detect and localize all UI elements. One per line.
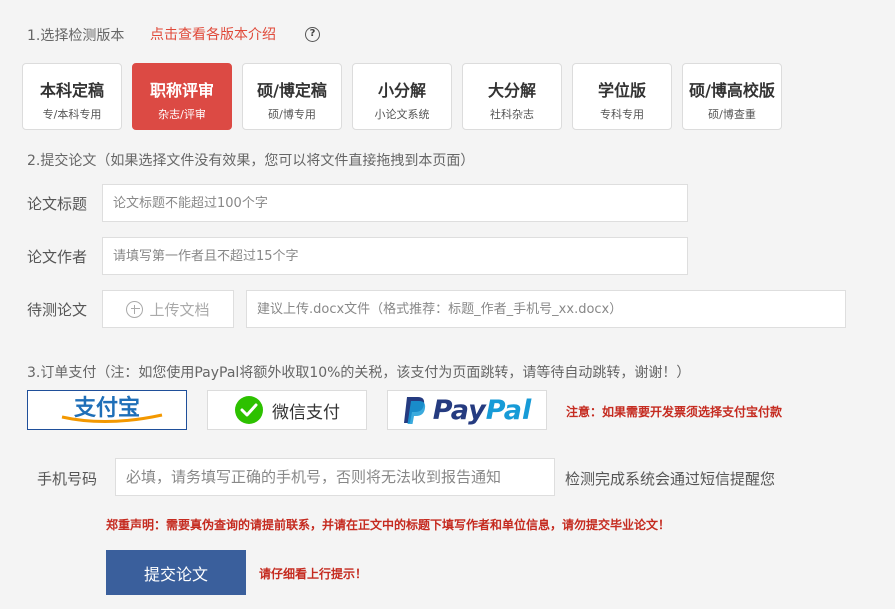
version-card-subtitle: 杂志/评审	[158, 108, 206, 121]
paper-author-label: 论文作者	[27, 248, 88, 266]
version-card-name: 硕/博定稿	[257, 81, 327, 100]
alipay-logo-icon: 支付宝	[32, 393, 182, 427]
version-card-subtitle: 小论文系统	[374, 108, 430, 121]
paypal-button[interactable]: Pay Pal	[387, 390, 547, 430]
wechat-pay-label: 微信支付	[272, 402, 340, 423]
upload-button-label: 上传文档	[149, 300, 210, 319]
version-card-name: 本科定稿	[39, 81, 104, 100]
version-card-subtitle: 专/本科专用	[42, 108, 102, 121]
upload-document-button[interactable]: 上传文档	[102, 290, 234, 328]
version-card-small-split[interactable]: 小分解 小论文系统	[352, 63, 452, 130]
version-card-name: 职称评审	[149, 81, 214, 100]
wechat-pay-button[interactable]: 微信支付	[207, 390, 367, 430]
version-card-master-doctor-univ[interactable]: 硕/博高校版硕/博查重	[682, 63, 782, 130]
version-card-subtitle: 硕/博专用	[268, 108, 316, 121]
help-icon[interactable]: ?	[305, 27, 320, 42]
version-card-title-review[interactable]: 职称评审杂志/评审	[132, 63, 232, 130]
version-card-name: 学位版	[597, 81, 646, 100]
paper-title-label: 论文标题	[27, 195, 88, 213]
submit-paper-button[interactable]: 提交论文	[106, 550, 246, 595]
paper-title-input[interactable]	[102, 184, 688, 222]
version-card-subtitle: 社科杂志	[490, 108, 534, 121]
statement-note: 郑重声明：需要真伪查询的请提前联系，并请在正文中的标题下填写作者和单位信息，请勿…	[106, 518, 671, 532]
paper-author-input[interactable]	[102, 237, 688, 275]
alipay-button[interactable]: 支付宝	[27, 390, 187, 430]
version-card-undergrad[interactable]: 本科定稿专/本科专用	[22, 63, 122, 130]
version-card-degree[interactable]: 学位版 专科专用	[572, 63, 672, 130]
paypal-icon	[403, 397, 425, 424]
paypal-label-pay: Pay	[432, 394, 486, 426]
version-card-name: 小分解	[377, 81, 426, 100]
version-intro-link[interactable]: 点击查看各版本介绍	[150, 24, 276, 44]
phone-input[interactable]	[115, 458, 555, 496]
version-card-subtitle: 硕/博查重	[708, 108, 756, 121]
alipay-label: 支付宝	[74, 395, 140, 421]
version-card-master-doctor[interactable]: 硕/博定稿硕/博专用	[242, 63, 342, 130]
invoice-note: 注意：如果需要开发票须选择支付宝付款	[566, 405, 783, 419]
step2-title: 2.提交论文（如果选择文件没有效果，您可以将文件直接拖拽到本页面）	[27, 153, 475, 169]
file-name-input[interactable]	[246, 290, 846, 328]
phone-hint: 检测完成系统会通过短信提醒您	[565, 470, 776, 488]
version-card-name: 大分解	[487, 81, 536, 100]
version-card-subtitle: 专科专用	[600, 108, 644, 121]
add-circle-icon	[126, 300, 144, 318]
version-card-large-split[interactable]: 大分解 社科杂志	[462, 63, 562, 130]
paper-file-label: 待测论文	[27, 301, 88, 319]
submit-note: 请仔细看上行提示！	[259, 567, 368, 581]
phone-label: 手机号码	[37, 470, 98, 488]
step3-title: 3.订单支付（注：如您使用PayPal将额外收取10%的关税，该支付为页面跳转，…	[27, 365, 691, 381]
version-card-name: 硕/博高校版	[689, 81, 775, 100]
paypal-label-pal: Pal	[485, 394, 532, 426]
wechat-icon	[235, 396, 263, 424]
step1-title: 1.选择检测版本	[27, 28, 125, 44]
